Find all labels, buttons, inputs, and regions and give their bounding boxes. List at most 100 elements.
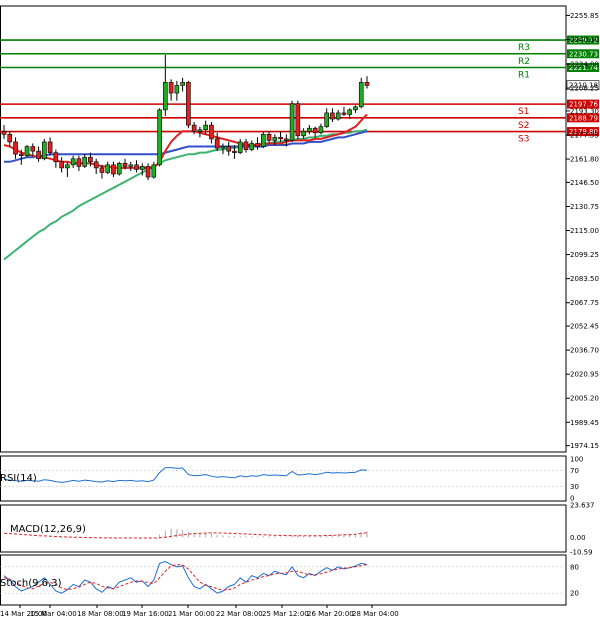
macd-label: MACD(12,26,9) bbox=[10, 524, 86, 535]
candle-body-up bbox=[272, 137, 278, 141]
price-panel-frame bbox=[0, 5, 567, 453]
candle-body-down bbox=[59, 161, 64, 169]
candle-body-down bbox=[30, 146, 36, 152]
candle bbox=[358, 77, 364, 109]
level-price-label-s2: 2188.79 bbox=[569, 114, 598, 122]
price-tick-label: 2177.55 bbox=[570, 131, 599, 139]
price-tick-label: 2067.75 bbox=[570, 299, 599, 307]
candle-body-down bbox=[312, 127, 318, 134]
candle-body-down bbox=[243, 141, 249, 150]
level-name-s3: S3 bbox=[518, 135, 529, 145]
candle-body-down bbox=[364, 82, 370, 86]
rsi-tick-label: 100 bbox=[570, 456, 583, 464]
level-name-s2: S2 bbox=[518, 121, 529, 131]
candle-body-up bbox=[260, 134, 266, 147]
candle bbox=[295, 100, 301, 139]
candle-body-down bbox=[266, 134, 272, 141]
candle-body-up bbox=[197, 129, 203, 132]
candle-body-up bbox=[335, 112, 341, 120]
time-tick-label: 19 Mar 16:00 bbox=[122, 610, 169, 618]
candle-body-up bbox=[220, 146, 226, 149]
candle-body-down bbox=[145, 166, 151, 178]
candle-body-down bbox=[7, 134, 13, 143]
macd-tick-label: -10.59 bbox=[570, 549, 593, 557]
candle-body-down bbox=[226, 146, 232, 152]
candle-body-down bbox=[295, 103, 301, 137]
candle-body-up bbox=[116, 163, 122, 175]
time-tick-label: 21 Mar 00:00 bbox=[168, 610, 215, 618]
candle-body-down bbox=[232, 150, 237, 153]
candle-body-up bbox=[289, 103, 295, 141]
candle-body-down bbox=[330, 112, 335, 120]
candle bbox=[186, 80, 191, 129]
candle-body-down bbox=[284, 138, 289, 141]
price-tick-label: 2240.10 bbox=[570, 36, 599, 44]
candle-body-down bbox=[122, 163, 128, 167]
candle-body-down bbox=[99, 167, 105, 173]
candle-body-up bbox=[324, 112, 329, 127]
price-tick-label: 1989.45 bbox=[570, 419, 599, 427]
time-tick-label: 15 Mar 04:00 bbox=[30, 610, 77, 618]
rsi-tick-label: 70 bbox=[570, 467, 579, 475]
stoch-panel: 80 20 Stoch(9,6,3) bbox=[0, 554, 579, 606]
level-name-r1: R1 bbox=[518, 70, 530, 80]
candle-body-up bbox=[128, 164, 134, 167]
candle-body-up bbox=[301, 130, 306, 137]
macd-tick-label: 0.00 bbox=[570, 534, 586, 542]
candle-body-up bbox=[151, 164, 157, 178]
price-tick-label: 2208.25 bbox=[570, 85, 599, 93]
candle-body-down bbox=[278, 137, 283, 140]
stoch-label: Stoch(9,6,3) bbox=[0, 578, 62, 589]
candle-body-up bbox=[24, 146, 30, 156]
candle-body-up bbox=[157, 109, 162, 166]
rsi-label: RSI(14) bbox=[0, 473, 37, 484]
price-panel bbox=[0, 5, 567, 453]
candle-body-down bbox=[47, 141, 53, 153]
price-tick-label: 2115.00 bbox=[570, 227, 599, 235]
candle-body-down bbox=[88, 156, 93, 163]
price-tick-label: 2052.45 bbox=[570, 323, 599, 331]
level-name-r2: R2 bbox=[518, 57, 530, 67]
candle-body-down bbox=[134, 164, 139, 170]
candle-body-up bbox=[65, 164, 70, 169]
candle-body-down bbox=[214, 138, 220, 149]
candle bbox=[24, 144, 30, 158]
time-tick-label: 18 Mar 08:00 bbox=[77, 610, 124, 618]
candle-body-down bbox=[93, 161, 99, 169]
rsi-panel-frame bbox=[0, 455, 567, 502]
price-tick-label: 2193.30 bbox=[570, 107, 599, 115]
candle-body-up bbox=[237, 141, 243, 153]
candle bbox=[289, 100, 295, 142]
time-tick-label: 22 Mar 08:00 bbox=[216, 610, 263, 618]
candle-body-up bbox=[307, 127, 312, 132]
price-tick-label: 2036.70 bbox=[570, 347, 599, 355]
candle-body-up bbox=[174, 85, 180, 94]
candle bbox=[157, 108, 162, 167]
candle-body-up bbox=[249, 143, 255, 150]
price-tick-label: 2224.00 bbox=[570, 61, 599, 69]
candle-body-down bbox=[76, 158, 82, 167]
rsi-tick-label: 30 bbox=[570, 483, 579, 491]
time-tick-label: 28 Mar 04:00 bbox=[352, 610, 399, 618]
candle-body-down bbox=[186, 82, 191, 126]
candle-body-up bbox=[358, 82, 364, 108]
macd-panel: 23.637 0.00 -10.59 MACD(12,26,9) bbox=[0, 502, 595, 557]
candle-body-down bbox=[209, 124, 214, 140]
stoch-tick-label: 80 bbox=[570, 563, 579, 571]
candle-body-up bbox=[42, 141, 47, 160]
time-tick-label: 25 Mar 12:00 bbox=[262, 610, 309, 618]
price-axis: 2255.85 2240.10 2224.00 2208.25 2193.30 2177.… bbox=[566, 12, 599, 450]
candle-body-up bbox=[318, 126, 324, 134]
rsi-panel: 10070300RSI(14) bbox=[0, 455, 583, 503]
candle-body-up bbox=[82, 156, 87, 167]
candle-body-down bbox=[18, 153, 24, 156]
candle-body-up bbox=[163, 82, 168, 111]
candle-body-down bbox=[168, 82, 174, 94]
chart-root: R3 2239.72 R2 2230.73 R1 2221.74 S1 2197.76 S2 21… bbox=[0, 0, 600, 621]
candle-body-down bbox=[255, 143, 260, 147]
price-tick-label: 2005.20 bbox=[570, 395, 599, 403]
macd-tick-label: 23.637 bbox=[570, 502, 595, 510]
candle bbox=[42, 138, 47, 161]
price-tick-label: 1974.15 bbox=[570, 442, 599, 450]
price-tick-label: 2020.95 bbox=[570, 371, 599, 379]
